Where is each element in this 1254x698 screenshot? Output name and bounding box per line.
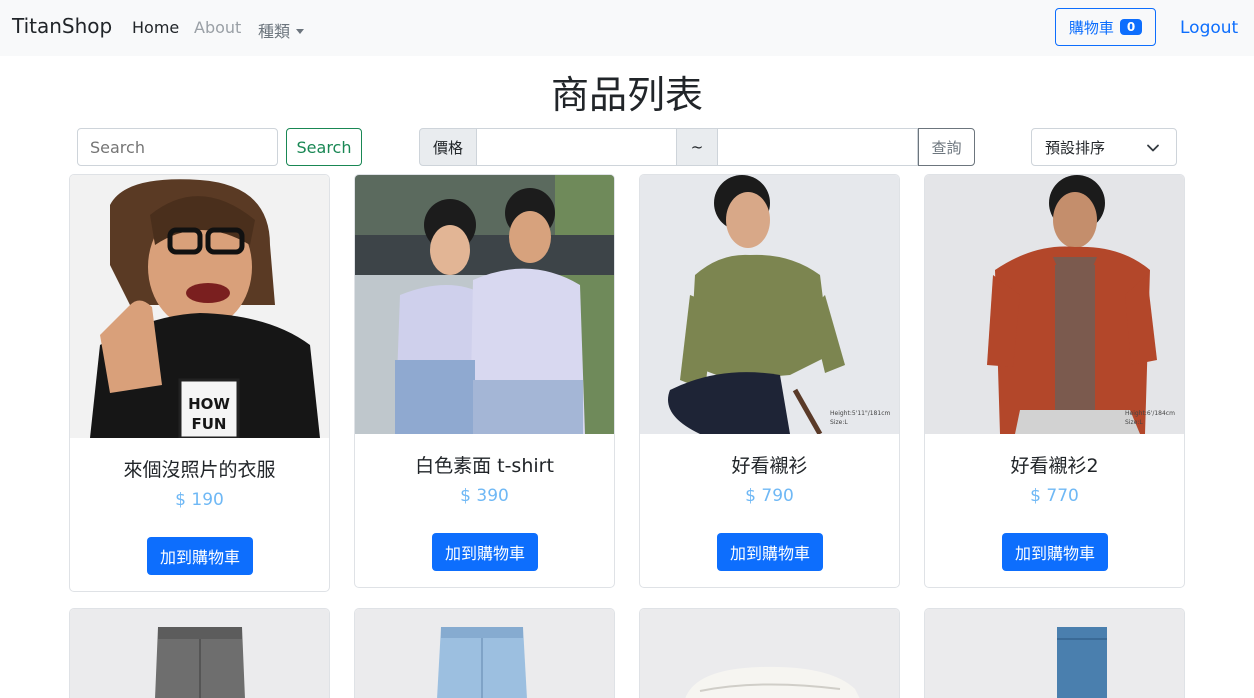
svg-text:Size:L: Size:L xyxy=(830,419,848,426)
sort-selected-value: 預設排序 xyxy=(1045,138,1106,157)
cart-button[interactable]: 購物車 0 xyxy=(1055,8,1156,46)
price-filter-group: 價格 ~ 查詢 xyxy=(419,128,975,166)
price-min-input[interactable] xyxy=(477,128,677,166)
product-card: Height:6'/184cm Size:L 好看襯衫2 $ 770 加到購物車 xyxy=(924,174,1185,588)
product-image[interactable] xyxy=(355,175,614,434)
price-label: 價格 xyxy=(419,128,477,166)
chevron-down-icon xyxy=(1147,144,1159,152)
svg-text:Height:5'11"/181cm: Height:5'11"/181cm xyxy=(830,410,890,417)
nav-about[interactable]: About xyxy=(194,18,241,37)
nav-category-dropdown[interactable]: 種類 xyxy=(258,18,305,42)
product-image[interactable]: Height:5'11"/181cm Size:L xyxy=(640,175,899,434)
product-card xyxy=(354,608,615,698)
product-image[interactable] xyxy=(70,609,329,698)
svg-text:FUN: FUN xyxy=(192,415,227,433)
product-image[interactable]: Height:6'/184cm Size:L xyxy=(925,175,1184,434)
product-card: 白色素面 t-shirt $ 390 加到購物車 xyxy=(354,174,615,588)
add-to-cart-button[interactable]: 加到購物車 xyxy=(432,533,538,571)
sort-select[interactable]: 預設排序 xyxy=(1031,128,1177,166)
price-range-separator: ~ xyxy=(677,128,718,166)
svg-text:Size:L: Size:L xyxy=(1125,419,1143,426)
product-name: 好看襯衫 xyxy=(731,455,808,477)
search-button[interactable]: Search xyxy=(286,128,362,166)
product-name: 好看襯衫2 xyxy=(1010,455,1099,477)
logout-link[interactable]: Logout xyxy=(1180,18,1238,38)
page-title: 商品列表 xyxy=(550,73,703,117)
product-name: 來個沒照片的衣服 xyxy=(123,459,276,481)
product-card xyxy=(924,608,1185,698)
nav-category-label: 種類 xyxy=(258,22,291,41)
product-image[interactable] xyxy=(355,609,614,698)
svg-text:Height:6'/184cm: Height:6'/184cm xyxy=(1125,410,1175,417)
product-price: $ 790 xyxy=(745,486,794,506)
search-input[interactable] xyxy=(77,128,278,166)
price-max-input[interactable] xyxy=(718,128,918,166)
caret-down-icon xyxy=(296,29,305,34)
product-image[interactable] xyxy=(640,609,899,698)
product-card: Height:5'11"/181cm Size:L 好看襯衫 $ 790 加到購… xyxy=(639,174,900,588)
nav-home[interactable]: Home xyxy=(132,18,179,37)
product-price: $ 770 xyxy=(1030,486,1079,506)
product-name: 白色素面 t-shirt xyxy=(415,455,554,477)
add-to-cart-button[interactable]: 加到購物車 xyxy=(147,537,253,575)
product-card xyxy=(69,608,330,698)
cart-count-badge: 0 xyxy=(1119,19,1143,35)
query-button[interactable]: 查詢 xyxy=(918,128,975,166)
product-card: HOW FUN 來個沒照片的衣服 $ 190 加到購物車 xyxy=(69,174,330,592)
svg-text:HOW: HOW xyxy=(188,395,230,413)
product-price: $ 390 xyxy=(460,486,509,506)
navbar: TitanShop Home About 種類 購物車 0 Logout xyxy=(0,0,1254,56)
product-card xyxy=(639,608,900,698)
cart-label: 購物車 xyxy=(1068,18,1114,37)
product-price: $ 190 xyxy=(175,490,224,510)
add-to-cart-button[interactable]: 加到購物車 xyxy=(1002,533,1108,571)
add-to-cart-button[interactable]: 加到購物車 xyxy=(717,533,823,571)
product-image[interactable] xyxy=(925,609,1184,698)
brand-logo[interactable]: TitanShop xyxy=(12,14,112,38)
product-image[interactable]: HOW FUN xyxy=(70,175,329,438)
